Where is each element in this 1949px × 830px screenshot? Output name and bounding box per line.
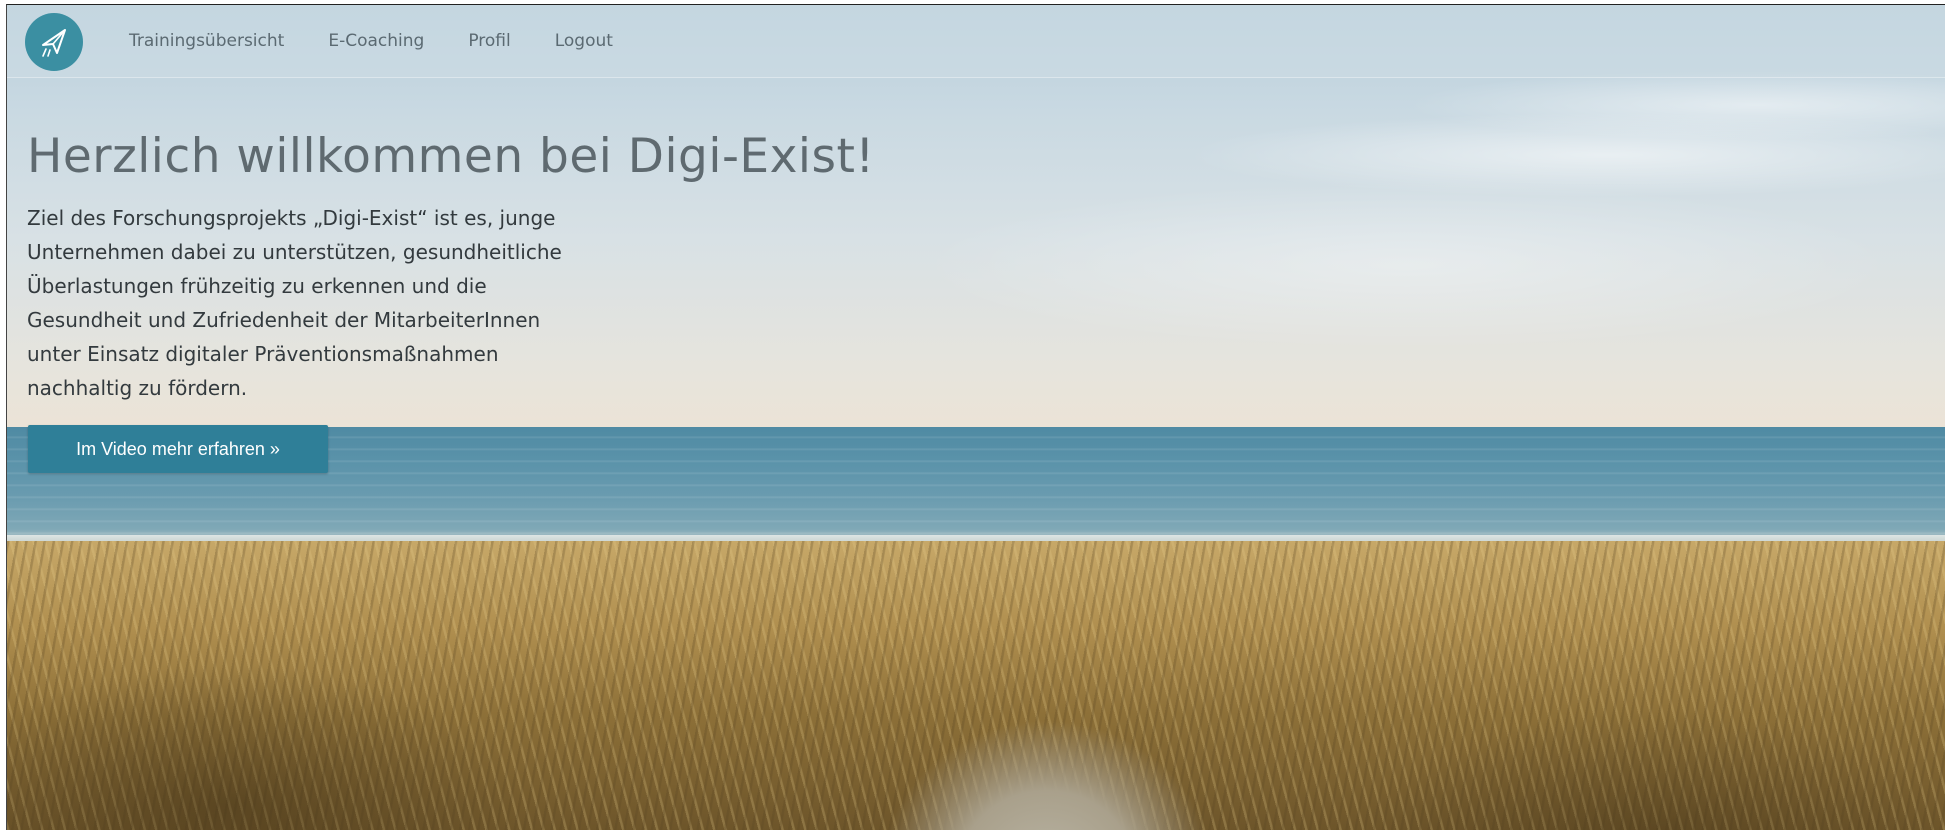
hero-description-line: unter Einsatz digitaler Präventionsmaßna…: [27, 342, 499, 366]
watch-video-button[interactable]: Im Video mehr erfahren »: [28, 425, 328, 473]
hero-description-line: Gesundheit und Zufriedenheit der Mitarbe…: [27, 308, 541, 332]
nav-item-e-coaching[interactable]: E-Coaching: [328, 31, 424, 51]
background-dune-shadow-left: [7, 605, 647, 830]
hero-description: Ziel des Forschungsprojekts „Digi-Exist“…: [27, 201, 637, 405]
hero-description-line: Ziel des Forschungsprojekts „Digi-Exist“…: [27, 206, 556, 230]
background-dune-shadow-right: [1257, 645, 1945, 830]
hero-description-line: nachhaltig zu fördern.: [27, 376, 248, 400]
nav-links: Trainingsübersicht E-Coaching Profil Log…: [129, 5, 657, 77]
nav-item-logout[interactable]: Logout: [555, 31, 613, 51]
nav-item-trainingsuebersicht[interactable]: Trainingsübersicht: [129, 31, 284, 51]
hero-section: Herzlich willkommen bei Digi-Exist! Ziel…: [27, 129, 875, 405]
page-title: Herzlich willkommen bei Digi-Exist!: [27, 129, 875, 184]
paper-plane-icon: [42, 29, 66, 57]
hero-description-line: Unternehmen dabei zu unterstützen, gesun…: [27, 240, 562, 264]
home-logo[interactable]: [25, 13, 83, 71]
page-frame: Trainingsübersicht E-Coaching Profil Log…: [6, 4, 1945, 830]
top-navbar: Trainingsübersicht E-Coaching Profil Log…: [7, 5, 1945, 78]
nav-item-profil[interactable]: Profil: [468, 31, 510, 51]
hero-description-line: Überlastungen frühzeitig zu erkennen und…: [27, 274, 487, 298]
